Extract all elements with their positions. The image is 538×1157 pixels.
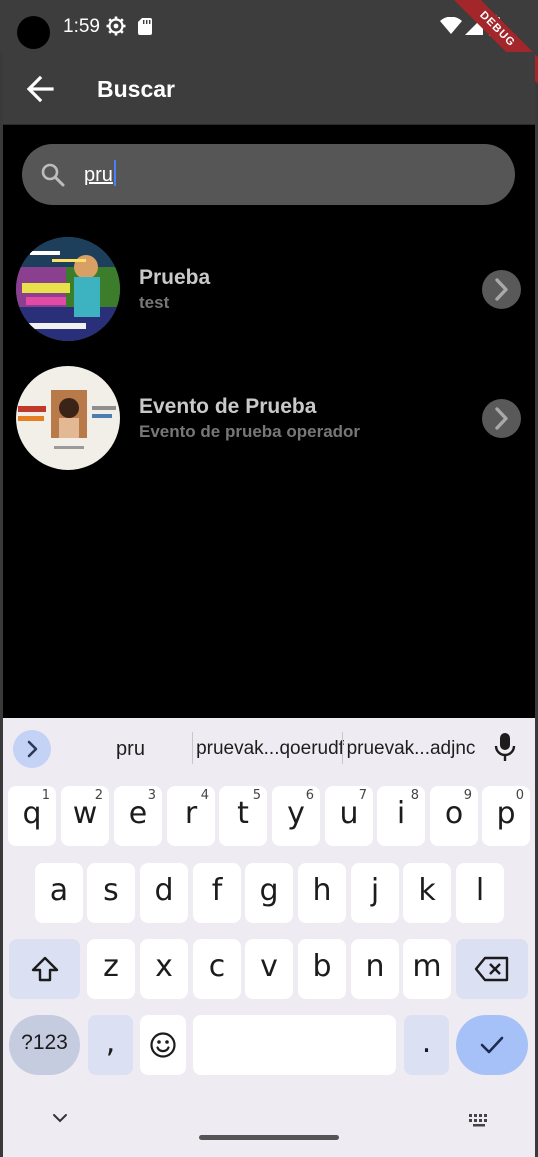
key-o[interactable]: o9 xyxy=(430,786,478,846)
key-label: w xyxy=(72,796,98,831)
key-v[interactable]: v xyxy=(245,939,293,999)
key-label: r xyxy=(184,796,198,831)
keyboard-switch-icon[interactable] xyxy=(468,1113,490,1129)
key-p[interactable]: p0 xyxy=(482,786,530,846)
item-subtitle: test xyxy=(139,293,170,312)
item-title: Prueba xyxy=(139,266,211,289)
key-j[interactable]: j xyxy=(351,863,399,923)
key-m[interactable]: m xyxy=(403,939,451,999)
backspace-key[interactable] xyxy=(456,939,528,999)
key-u[interactable]: u7 xyxy=(325,786,373,846)
divider xyxy=(342,732,343,764)
key-label: u xyxy=(339,796,359,831)
key-label: q xyxy=(22,796,42,831)
key-label: e xyxy=(128,796,148,831)
chevron-down-icon[interactable] xyxy=(51,1111,69,1125)
key-l[interactable]: l xyxy=(456,863,504,923)
key-hint: 3 xyxy=(147,788,156,803)
key-hint: 4 xyxy=(200,788,209,803)
list-item[interactable]: Prueba test xyxy=(16,237,526,341)
microphone-icon[interactable] xyxy=(493,732,517,762)
key-label: i xyxy=(396,796,406,831)
expand-suggestions-icon[interactable] xyxy=(13,730,51,768)
checkmark-icon xyxy=(480,1036,504,1054)
sd-card-icon xyxy=(138,18,152,35)
text-caret xyxy=(114,160,116,186)
backspace-icon xyxy=(474,956,509,982)
key-g[interactable]: g xyxy=(245,863,293,923)
chevron-right-icon[interactable] xyxy=(482,270,521,309)
wifi-icon xyxy=(440,17,462,34)
key-hint: 1 xyxy=(41,788,50,803)
item-subtitle: Evento de prueba operador xyxy=(139,422,361,441)
key-t[interactable]: t5 xyxy=(219,786,267,846)
comma-key[interactable]: , xyxy=(88,1015,133,1075)
key-b[interactable]: b xyxy=(298,939,346,999)
home-indicator[interactable] xyxy=(199,1135,339,1140)
device-screen: 1:59 DEBUG Buscar pru Prueba test Evento… xyxy=(0,0,538,1157)
event-thumbnail xyxy=(16,237,120,341)
suggestion-item[interactable]: pruevak...adjnc xyxy=(346,738,476,760)
search-bar[interactable] xyxy=(22,144,515,205)
divider xyxy=(192,732,193,764)
key-w[interactable]: w2 xyxy=(61,786,109,846)
suggestion-item[interactable]: pruevak...qoerudf xyxy=(195,738,345,760)
search-input[interactable] xyxy=(84,160,464,190)
event-thumbnail xyxy=(16,366,120,470)
search-icon xyxy=(41,163,65,187)
key-x[interactable]: x xyxy=(140,939,188,999)
key-a[interactable]: a xyxy=(35,863,83,923)
suggestion-item[interactable]: pru xyxy=(73,738,188,761)
key-c[interactable]: c xyxy=(193,939,241,999)
key-hint: 8 xyxy=(410,788,419,803)
key-r[interactable]: r4 xyxy=(167,786,215,846)
key-label: y xyxy=(287,796,305,831)
key-hint: 0 xyxy=(515,788,524,803)
status-time: 1:59 xyxy=(63,16,100,37)
key-hint: 2 xyxy=(94,788,103,803)
key-hint: 9 xyxy=(463,788,472,803)
key-i[interactable]: i8 xyxy=(377,786,425,846)
key-y[interactable]: y6 xyxy=(272,786,320,846)
emoji-key[interactable] xyxy=(140,1015,186,1075)
chevron-right-icon[interactable] xyxy=(482,399,521,438)
key-q[interactable]: q1 xyxy=(8,786,56,846)
key-n[interactable]: n xyxy=(351,939,399,999)
key-d[interactable]: d xyxy=(140,863,188,923)
symbols-key[interactable]: ?123 xyxy=(9,1015,80,1075)
status-bar: 1:59 DEBUG xyxy=(0,0,538,90)
settings-gear-icon xyxy=(106,16,126,36)
key-hint: 7 xyxy=(358,788,367,803)
camera-cutout xyxy=(17,16,50,49)
key-hint: 5 xyxy=(252,788,261,803)
app-bar: Buscar xyxy=(3,52,535,124)
key-e[interactable]: e3 xyxy=(114,786,162,846)
key-f[interactable]: f xyxy=(193,863,241,923)
key-hint: 6 xyxy=(305,788,314,803)
key-label: o xyxy=(444,796,464,831)
key-label: t xyxy=(237,796,249,831)
arrow-left-icon[interactable] xyxy=(25,74,55,104)
item-title: Evento de Prueba xyxy=(139,395,317,418)
soft-keyboard: pru pruevak...qoerudf pruevak...adjnc q1… xyxy=(3,718,535,1157)
key-h[interactable]: h xyxy=(298,863,346,923)
page-title: Buscar xyxy=(97,76,175,102)
divider xyxy=(3,124,535,125)
space-key[interactable] xyxy=(193,1015,396,1075)
shift-key[interactable] xyxy=(9,939,80,999)
key-s[interactable]: s xyxy=(87,863,135,923)
list-item[interactable]: Evento de Prueba Evento de prueba operad… xyxy=(16,366,526,470)
key-k[interactable]: k xyxy=(403,863,451,923)
key-z[interactable]: z xyxy=(87,939,135,999)
emoji-icon xyxy=(150,1032,176,1058)
key-label: p xyxy=(496,796,516,831)
shift-icon xyxy=(31,956,58,982)
period-key[interactable]: . xyxy=(404,1015,449,1075)
enter-key[interactable] xyxy=(456,1015,528,1075)
